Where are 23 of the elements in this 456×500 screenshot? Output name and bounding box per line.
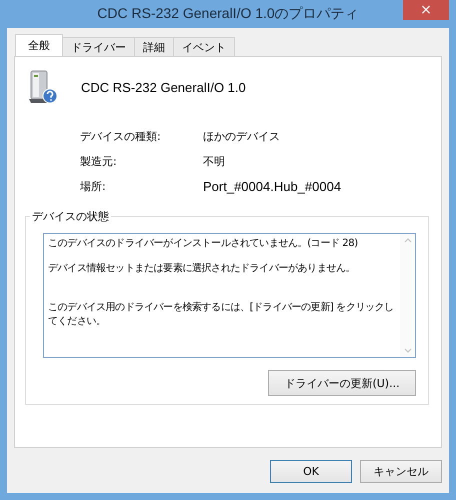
dialog-button[interactable]: キャンセル [360,460,442,483]
group-title: デバイスの状態 [30,209,111,224]
window-title: CDC RS-232 GeneralI/O 1.0のプロパティ [97,5,359,23]
device-name: CDC RS-232 GeneralI/O 1.0 [81,80,246,94]
property-label: 製造元: [80,154,118,169]
status-message: このデバイス用のドライバーを検索するには、[ドライバーの更新] をクリックしてください。 [48,301,395,329]
close-button[interactable]: × [403,0,449,20]
update-driver-button[interactable]: ドライバーの更新(U)... [268,370,416,396]
status-message: デバイス情報セットまたは要素に選択されたドライバーがありません。 [48,262,356,276]
tab[interactable]: イベント [173,37,235,56]
property-value: Port_#0004.Hub_#0004 [203,179,342,194]
property-label: デバイスの種類: [80,129,162,144]
property-value: ほかのデバイス [203,129,281,144]
tab[interactable]: 全般 [15,34,63,56]
scroll-up-icon[interactable] [404,238,412,243]
property-label: 場所: [80,179,107,194]
status-message: このデバイスのドライバーがインストールされていません。(コード 28) [48,237,359,251]
status-text-box[interactable]: このデバイスのドライバーがインストールされていません。(コード 28) デバイス情報セットまたは要素に選択されたドライバーがありません。 このデバイス用のドライバーを検索するには、[ドライバーの更新] をクリックしてください。 [43,233,416,358]
property-value: 不明 [203,154,226,169]
scroll-down-icon[interactable] [404,348,412,353]
tab[interactable]: ドライバー [62,37,135,56]
tab[interactable]: 詳細 [134,37,174,56]
dialog-button[interactable]: OK [270,460,352,483]
